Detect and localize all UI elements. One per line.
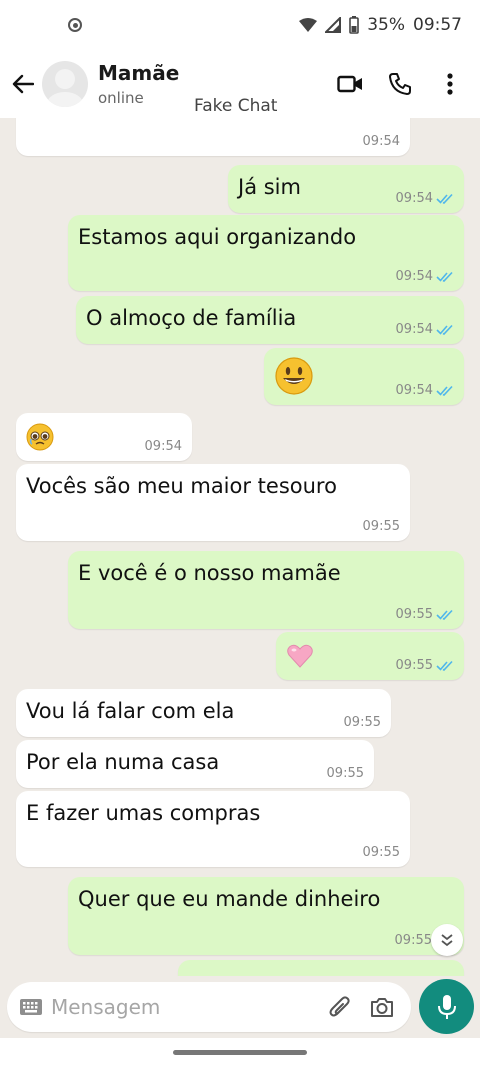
message-text: E você é o nosso mamãe xyxy=(78,561,341,585)
attach-icon[interactable] xyxy=(327,994,353,1020)
message-text: E fazer umas compras xyxy=(26,801,261,825)
scroll-down-button[interactable] xyxy=(431,924,463,956)
wifi-icon xyxy=(299,18,318,32)
message-bubble[interactable]: 09:54 xyxy=(16,118,410,156)
mic-button[interactable] xyxy=(419,979,474,1034)
chat-area[interactable]: 09:54 Já sim 09:54 Estamos aqui organiza… xyxy=(0,118,480,976)
message-text: Vocês são meu maior tesouro xyxy=(26,474,337,498)
voice-call-button[interactable] xyxy=(386,70,414,98)
home-indicator[interactable] xyxy=(173,1050,307,1055)
message-time: 09:54 xyxy=(362,134,400,149)
contact-name: Mamãe xyxy=(98,61,180,85)
message-bubble[interactable]: Estamos aqui organizando 09:54 xyxy=(68,215,464,291)
message-composer xyxy=(7,982,411,1032)
back-button[interactable] xyxy=(4,64,42,104)
message-bubble[interactable]: E fazer umas compras 09:55 xyxy=(16,791,410,867)
read-ticks-icon xyxy=(436,660,453,671)
message-bubble[interactable]: Já sim 09:54 xyxy=(228,165,464,213)
message-time: 09:55 xyxy=(394,933,432,948)
record-icon xyxy=(68,18,82,32)
message-bubble[interactable]: Vocês são meu maior tesouro 09:55 xyxy=(16,464,410,541)
message-time: 09:55 xyxy=(343,715,381,730)
smiling-face-emoji xyxy=(275,357,313,395)
message-time: 09:55 xyxy=(395,607,433,622)
message-text: Por ela numa casa xyxy=(26,750,220,774)
status-bar: 35% 09:57 xyxy=(0,0,480,50)
battery-icon xyxy=(349,16,360,34)
message-input[interactable] xyxy=(51,995,311,1019)
message-bubble[interactable]: 09:55 xyxy=(276,632,464,680)
more-icon xyxy=(447,73,453,95)
message-time: 09:55 xyxy=(395,658,433,673)
message-bubble[interactable]: 09:54 xyxy=(264,348,464,405)
read-ticks-icon xyxy=(436,609,453,620)
system-nav-area xyxy=(0,1038,480,1066)
back-arrow-icon xyxy=(12,74,34,94)
message-time: 09:55 xyxy=(326,766,364,781)
pink-heart-emoji xyxy=(287,644,313,668)
message-bubble[interactable]: Por ela numa casa 09:55 xyxy=(16,740,374,788)
message-bubble[interactable]: O almoço de família 09:54 xyxy=(76,296,464,344)
composer-bar xyxy=(0,976,480,1038)
keyboard-icon[interactable] xyxy=(19,998,43,1016)
message-text: Vou lá falar com ela xyxy=(26,699,235,723)
phone-icon xyxy=(389,73,411,95)
message-bubble[interactable]: 09:54 xyxy=(16,413,192,461)
message-time: 09:54 xyxy=(144,439,182,454)
contact-info[interactable]: Mamãe online xyxy=(98,61,179,107)
chevron-double-down-icon xyxy=(441,934,453,947)
video-call-icon xyxy=(337,75,362,93)
read-ticks-icon xyxy=(436,324,453,335)
pleading-face-emoji xyxy=(26,423,54,451)
contact-status: online xyxy=(98,89,144,107)
message-time: 09:55 xyxy=(362,845,400,860)
read-ticks-icon xyxy=(436,271,453,282)
battery-level: 35% xyxy=(367,15,405,35)
message-bubble[interactable]: E você é o nosso mamãe 09:55 xyxy=(68,551,464,629)
message-time: 09:54 xyxy=(395,383,433,398)
message-bubble[interactable]: Vou lá falar com ela 09:55 xyxy=(16,689,391,737)
more-options-button[interactable] xyxy=(436,70,464,98)
camera-icon[interactable] xyxy=(369,994,395,1020)
message-bubble[interactable]: Quer que eu mande dinheiro 09:55 xyxy=(68,877,464,955)
message-text: O almoço de família xyxy=(86,306,297,330)
signal-icon xyxy=(325,17,342,33)
message-text: Quer que eu mande dinheiro xyxy=(78,887,381,911)
message-bubble[interactable] xyxy=(178,960,464,976)
message-text: Estamos aqui organizando xyxy=(78,225,357,249)
message-time: 09:54 xyxy=(395,322,433,337)
message-time: 09:55 xyxy=(362,519,400,534)
clock: 09:57 xyxy=(413,15,462,35)
message-time: 09:54 xyxy=(395,191,433,206)
read-ticks-icon xyxy=(436,385,453,396)
mic-icon xyxy=(437,994,456,1019)
read-ticks-icon xyxy=(436,193,453,204)
message-text: Já sim xyxy=(238,175,301,199)
avatar[interactable] xyxy=(42,61,88,107)
fake-chat-caption: Fake Chat xyxy=(194,96,278,116)
video-call-button[interactable] xyxy=(336,70,364,98)
message-time: 09:54 xyxy=(395,269,433,284)
